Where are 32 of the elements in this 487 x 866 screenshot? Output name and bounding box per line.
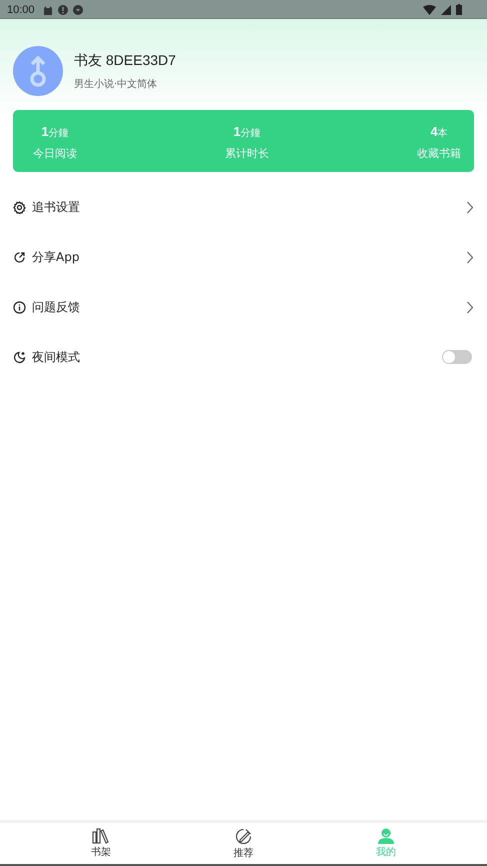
chevron-right-icon — [466, 200, 474, 214]
status-time: 10:00 — [7, 4, 35, 16]
compass-pen-icon — [234, 828, 252, 844]
info-icon — [13, 300, 26, 314]
share-icon — [13, 250, 26, 264]
avatar — [13, 46, 63, 96]
stat-value: 1分鐘 — [233, 123, 261, 140]
person-icon — [378, 828, 394, 844]
nav-tab[interactable]: 书架 — [71, 823, 132, 864]
menu-item[interactable]: 追书设置 — [13, 182, 474, 232]
menu-item[interactable]: 夜间模式 — [13, 332, 474, 382]
download-icon — [72, 4, 83, 14]
chevron-right-icon — [466, 300, 474, 314]
gear-icon — [13, 200, 26, 214]
signal-icon — [441, 4, 451, 14]
stat-value: 4本 — [430, 123, 448, 140]
moon-icon — [13, 350, 26, 364]
bookshelf-icon — [92, 828, 110, 844]
chevron-right-icon — [466, 250, 474, 264]
stat-label: 累计时长 — [225, 146, 269, 161]
menu-item[interactable]: 问题反馈 — [13, 282, 474, 332]
user-name: 书友 8DEE33D7 — [74, 52, 176, 70]
battery-icon — [456, 4, 462, 15]
stat-label: 收藏书籍 — [417, 146, 461, 161]
wifi-icon — [423, 4, 436, 14]
user-subtitle: 男生小说·中文简体 — [74, 78, 158, 90]
nav-tab[interactable]: 推荐 — [213, 823, 274, 864]
night-mode-switch[interactable] — [442, 350, 472, 364]
menu-item[interactable]: 分享App — [13, 232, 474, 282]
stat-label: 今日阅读 — [33, 146, 77, 161]
stat-value: 1分鐘 — [41, 123, 69, 140]
alert-icon — [58, 4, 68, 14]
